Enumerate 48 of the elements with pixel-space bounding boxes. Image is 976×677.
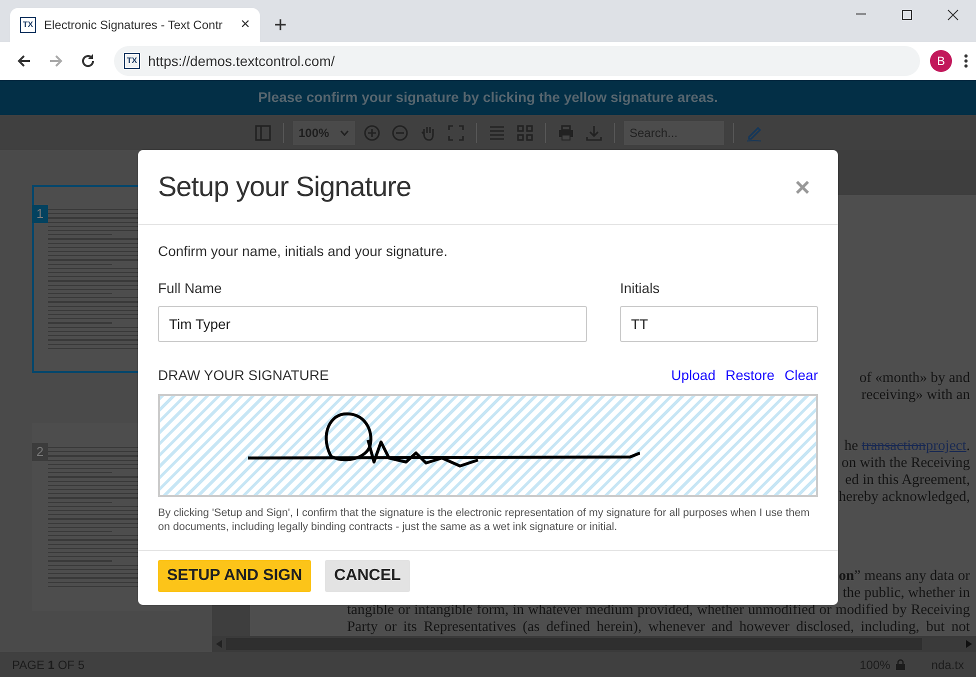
setup-sign-button[interactable]: SETUP AND SIGN xyxy=(158,560,312,592)
field-label: Initials xyxy=(620,279,661,298)
document-text: ed in this Agreement, xyxy=(845,472,970,488)
menu-icon[interactable] xyxy=(964,54,968,68)
text-lines-icon[interactable] xyxy=(488,124,506,142)
notice-banner: Please confirm your signature by clicking the yellow signature areas. xyxy=(0,80,976,115)
scroll-right-icon[interactable] xyxy=(966,640,972,648)
signature-pad[interactable] xyxy=(158,394,818,497)
sidebar-toggle-icon[interactable] xyxy=(254,124,272,142)
download-icon[interactable] xyxy=(584,124,602,142)
profile-avatar[interactable]: B xyxy=(930,50,952,72)
document-text: receiving» with an xyxy=(861,387,970,403)
document-text: of «month» by and xyxy=(859,370,970,386)
scroll-left-icon[interactable] xyxy=(216,640,222,648)
page-number: 2 xyxy=(32,443,48,461)
tab-close-button[interactable]: × xyxy=(240,17,250,33)
fullscreen-icon[interactable] xyxy=(446,124,464,142)
forward-icon[interactable] xyxy=(48,53,64,69)
browser-tab[interactable]: TX Electronic Signatures - Text Contr × xyxy=(10,8,260,42)
document-text: on” means any data or xyxy=(838,568,970,584)
back-icon[interactable] xyxy=(16,53,32,69)
cancel-button[interactable]: CANCEL xyxy=(325,560,410,592)
caret-icon xyxy=(340,130,348,136)
zoom-out-icon[interactable] xyxy=(390,124,408,142)
document-text: the public, whether in xyxy=(842,585,970,601)
page-number: 1 xyxy=(32,205,48,223)
text-field[interactable]: TT xyxy=(620,306,818,342)
new-tab-button[interactable]: + xyxy=(274,14,287,36)
tab-favicon: TX xyxy=(20,17,36,33)
reload-icon[interactable] xyxy=(80,53,96,69)
lock-icon xyxy=(896,659,906,670)
text-field[interactable]: Tim Typer xyxy=(158,306,587,342)
document-text: tangible or intangible form, in whatever medium provided, whether unmodified or modified by Receiving xyxy=(347,602,970,619)
link[interactable]: Restore xyxy=(726,365,775,386)
document-text: on with the Receiving xyxy=(842,455,970,471)
link[interactable]: Clear xyxy=(784,365,818,386)
document-text: hereby acknowledged, xyxy=(838,489,970,505)
maximize-icon[interactable] xyxy=(901,9,913,21)
print-icon[interactable] xyxy=(556,124,574,142)
link[interactable]: Upload xyxy=(671,365,716,386)
url-text: https://demos.textcontrol.com/ xyxy=(148,52,335,71)
document-text: Party or its Representatives (as defined herein), whenever and however disclosed, including, but not xyxy=(347,619,970,636)
tab-title: Electronic Signatures - Text Contr xyxy=(44,17,223,34)
grid-icon[interactable] xyxy=(516,124,534,142)
zoom-in-icon[interactable] xyxy=(362,124,380,142)
site-favicon: TX xyxy=(124,53,140,69)
address-bar[interactable]: TX https://demos.textcontrol.com/ xyxy=(114,46,920,76)
close-icon[interactable] xyxy=(947,9,959,21)
